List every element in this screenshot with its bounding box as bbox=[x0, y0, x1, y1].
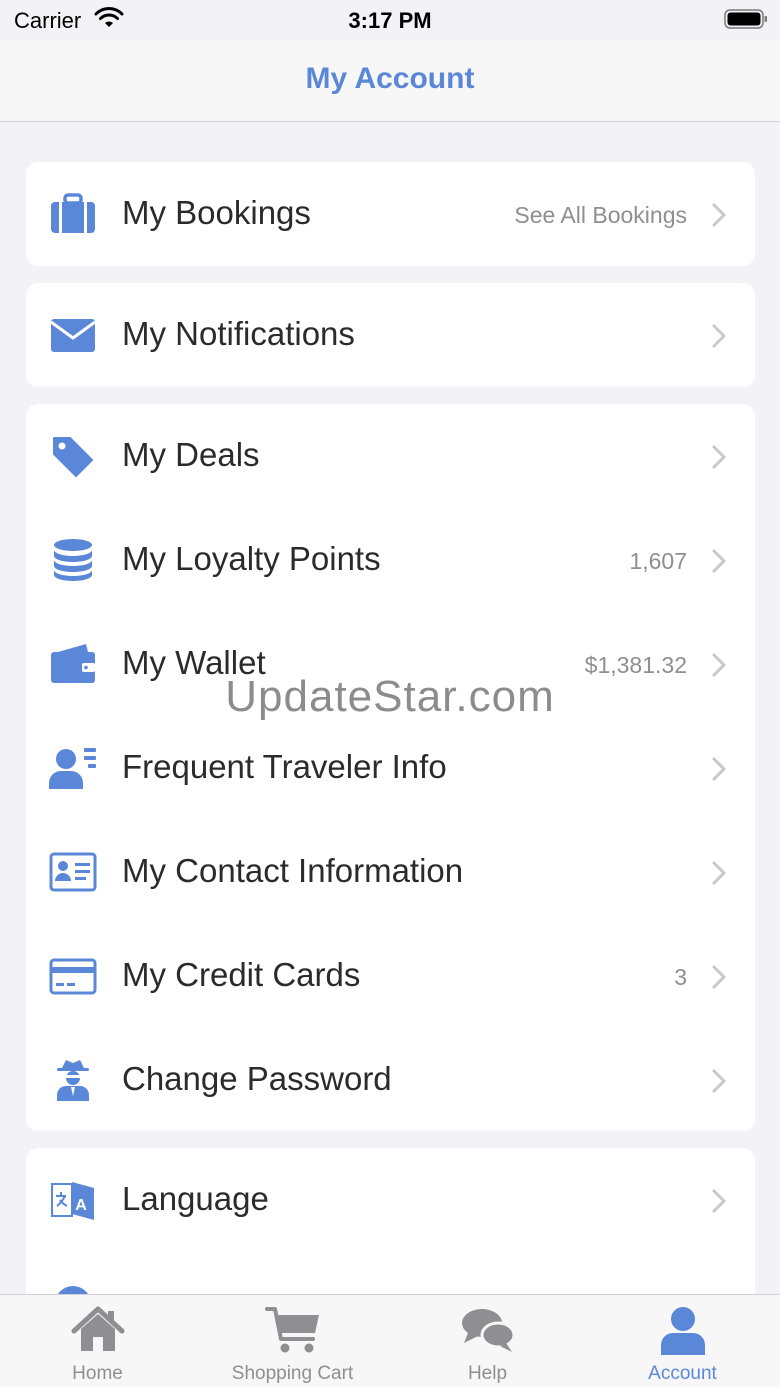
svg-text:A: A bbox=[75, 1197, 87, 1214]
row-my-loyalty-points[interactable]: My Loyalty Points 1,607 bbox=[26, 508, 755, 612]
row-my-wallet[interactable]: My Wallet $1,381.32 bbox=[26, 612, 755, 716]
chevron-right-icon bbox=[711, 1068, 727, 1094]
row-label: My Deals bbox=[122, 436, 260, 473]
spy-agent-icon bbox=[48, 1058, 98, 1102]
chevron-right-icon bbox=[711, 202, 727, 228]
row-label: My Contact Information bbox=[122, 852, 464, 889]
row-change-password[interactable]: Change Password bbox=[26, 1028, 755, 1131]
chevron-right-icon bbox=[711, 652, 727, 678]
briefcase-icon bbox=[48, 192, 98, 236]
chevron-right-icon bbox=[711, 860, 727, 886]
tab-account[interactable]: Account bbox=[585, 1295, 780, 1387]
navigation-bar: My Account bbox=[0, 40, 780, 122]
chevron-right-icon bbox=[711, 548, 727, 574]
row-label: My Bookings bbox=[122, 194, 311, 231]
wallet-balance: $1,381.32 bbox=[584, 652, 687, 678]
tag-icon bbox=[48, 434, 98, 478]
row-language[interactable]: A Language bbox=[26, 1148, 755, 1252]
feedback-icon bbox=[48, 1282, 98, 1294]
row-label: My Notifications bbox=[122, 315, 355, 352]
tab-help[interactable]: Help bbox=[390, 1295, 585, 1387]
tab-home[interactable]: Home bbox=[0, 1295, 195, 1387]
wallet-icon bbox=[48, 642, 98, 686]
page-title: My Account bbox=[305, 62, 475, 95]
row-my-deals[interactable]: My Deals bbox=[26, 404, 755, 508]
traveler-profile-icon bbox=[48, 746, 98, 790]
chevron-right-icon bbox=[711, 1188, 727, 1214]
contact-card-icon bbox=[48, 850, 98, 894]
row-partially-hidden[interactable] bbox=[26, 1252, 755, 1294]
row-label: Frequent Traveler Info bbox=[122, 748, 447, 785]
row-frequent-traveler-info[interactable]: Frequent Traveler Info bbox=[26, 716, 755, 820]
battery-icon bbox=[724, 9, 767, 29]
row-my-bookings[interactable]: My Bookings See All Bookings bbox=[26, 162, 755, 266]
see-all-bookings-link[interactable]: See All Bookings bbox=[514, 202, 687, 229]
tab-label: Help bbox=[467, 1363, 508, 1384]
home-icon bbox=[70, 1305, 126, 1355]
chat-bubbles-icon bbox=[460, 1305, 516, 1355]
preferences-group: A Language bbox=[26, 1148, 755, 1294]
chevron-right-icon bbox=[711, 323, 727, 349]
envelope-icon bbox=[48, 313, 98, 357]
row-my-notifications[interactable]: My Notifications bbox=[26, 283, 755, 387]
row-label: My Wallet bbox=[122, 644, 266, 681]
chevron-right-icon bbox=[711, 964, 727, 990]
account-menu: My Bookings See All Bookings My Notifica… bbox=[0, 123, 780, 1294]
row-label: Change Password bbox=[122, 1060, 392, 1097]
coin-stack-icon bbox=[48, 538, 98, 582]
screen: Carrier 3:17 PM My Account My Bookings S… bbox=[0, 0, 780, 1387]
loyalty-points-value: 1,607 bbox=[629, 548, 687, 574]
row-my-credit-cards[interactable]: My Credit Cards 3 bbox=[26, 924, 755, 1028]
chevron-right-icon bbox=[711, 444, 727, 470]
translate-icon: A bbox=[48, 1178, 98, 1222]
notifications-group: My Notifications bbox=[26, 283, 755, 387]
credit-card-icon bbox=[48, 954, 98, 998]
bookings-group: My Bookings See All Bookings bbox=[26, 162, 755, 266]
row-label: My Loyalty Points bbox=[122, 540, 381, 577]
tab-label: Home bbox=[72, 1363, 123, 1384]
chevron-right-icon bbox=[711, 756, 727, 782]
status-bar: Carrier 3:17 PM bbox=[0, 0, 780, 40]
account-details-group: My Deals My Loyalty Points 1,607 My Wall… bbox=[26, 404, 755, 1131]
tab-label: Account bbox=[648, 1363, 717, 1384]
tab-shopping-cart[interactable]: Shopping Cart bbox=[195, 1295, 390, 1387]
row-label: My Credit Cards bbox=[122, 956, 361, 993]
person-icon bbox=[655, 1305, 711, 1355]
credit-card-count: 3 bbox=[674, 964, 687, 990]
cart-icon bbox=[265, 1305, 321, 1355]
clock: 3:17 PM bbox=[348, 8, 432, 33]
row-label: Language bbox=[122, 1180, 269, 1217]
tab-label: Shopping Cart bbox=[231, 1363, 354, 1384]
row-my-contact-information[interactable]: My Contact Information bbox=[26, 820, 755, 924]
tab-bar: Home Shopping Cart Help Account bbox=[0, 1294, 780, 1387]
